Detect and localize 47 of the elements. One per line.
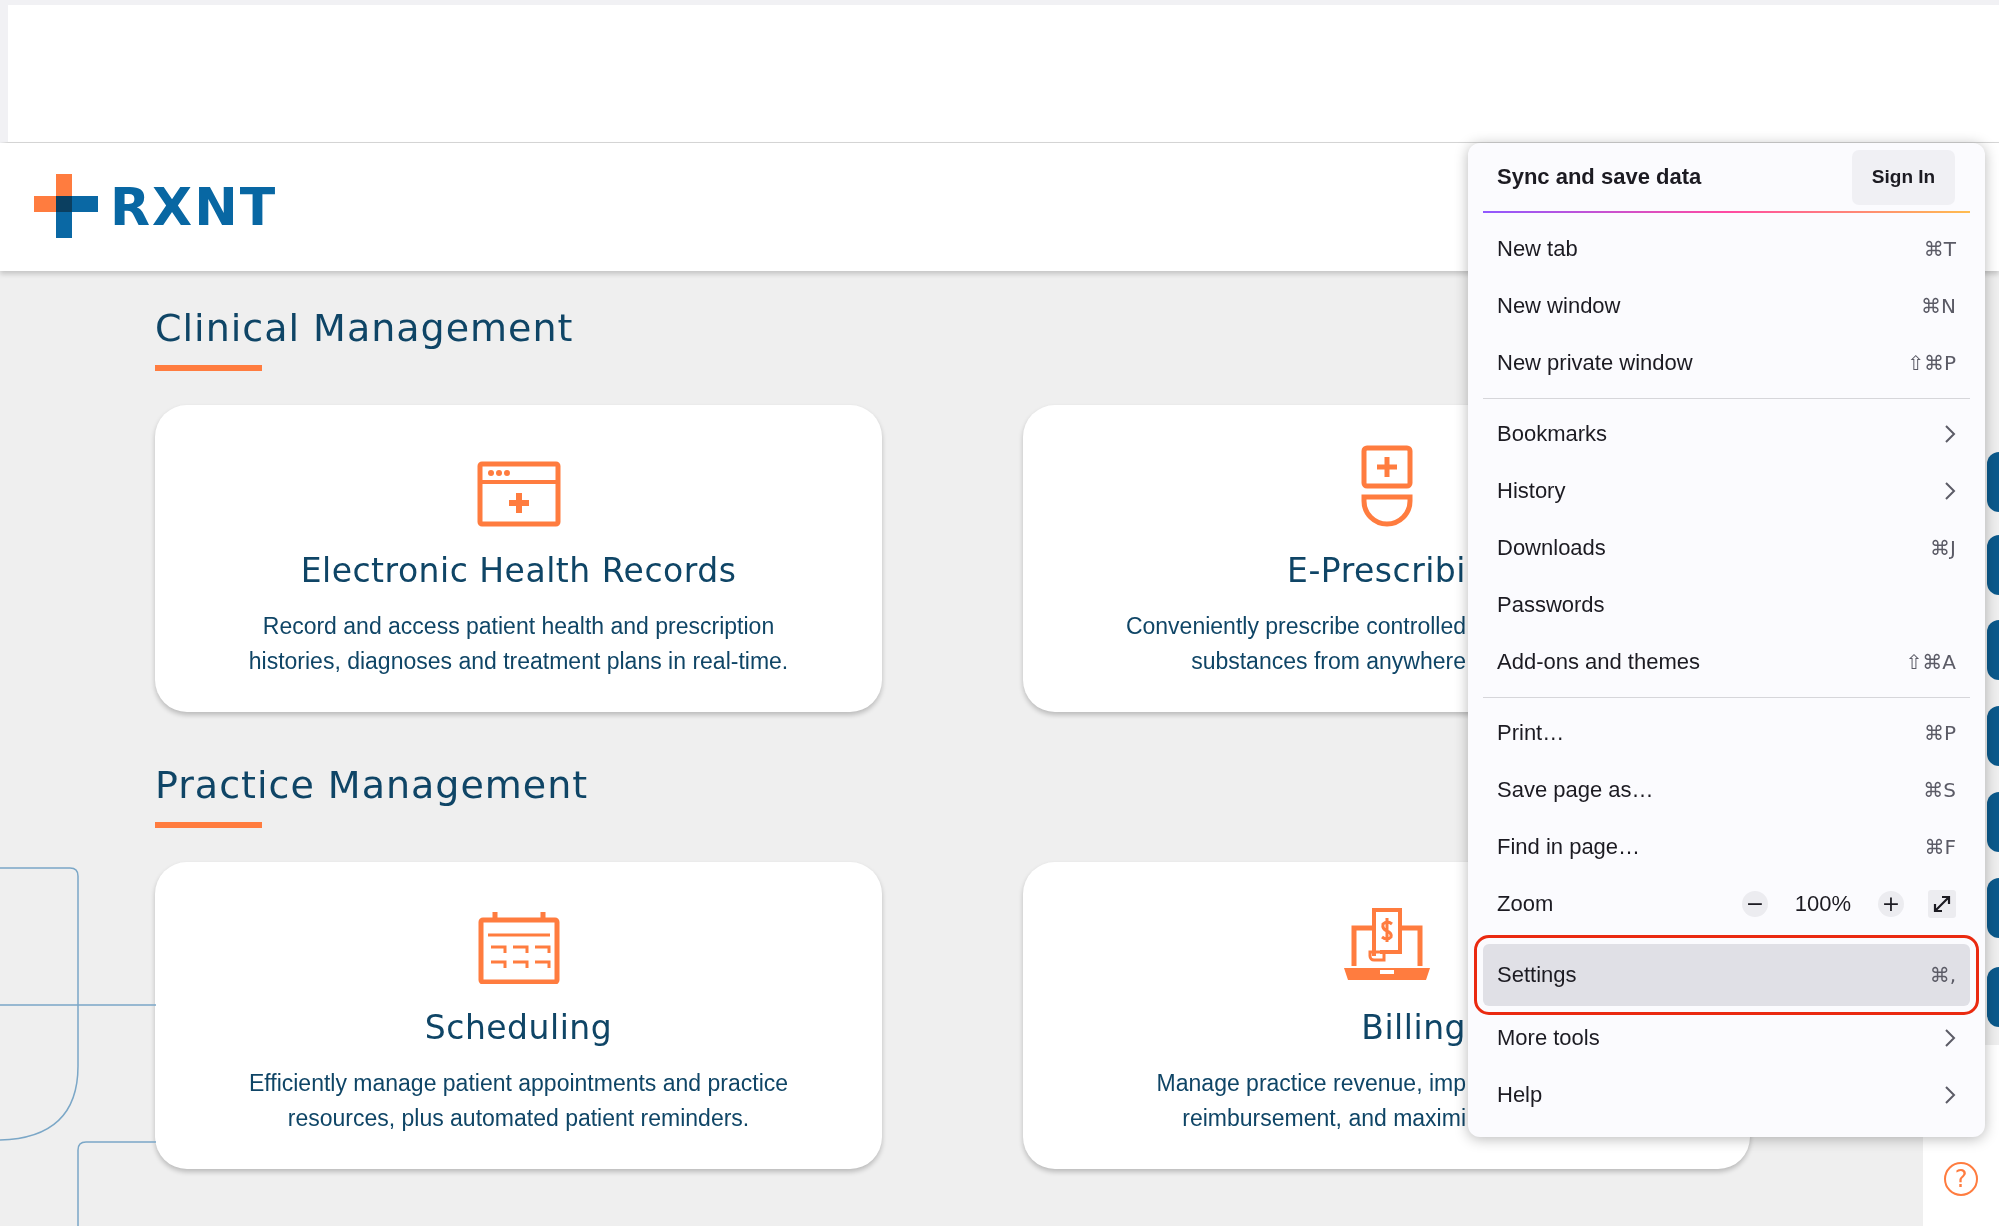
card-title: Billing <box>1361 1007 1466 1049</box>
shortcut-label: ⌘N <box>1921 293 1956 318</box>
zoom-out-button[interactable]: − <box>1742 890 1768 917</box>
chevron-icon <box>1944 423 1956 444</box>
shortcut-label: ⇧⌘P <box>1907 350 1956 375</box>
round-button[interactable] <box>1987 535 1999 595</box>
shortcut-label: ⌘P <box>1923 720 1956 745</box>
zoom-in-button[interactable]: + <box>1878 890 1904 917</box>
shortcut-label: ⌘T <box>1923 236 1956 261</box>
round-button[interactable] <box>1987 792 1999 852</box>
section-heading: Practice Management <box>155 762 589 809</box>
menu-item[interactable]: Save page as… ⌘S <box>1483 761 1970 818</box>
sign-in-button[interactable]: Sign In <box>1852 149 1955 205</box>
menu-item[interactable]: New private window ⇧⌘P <box>1483 334 1970 391</box>
shortcut-label: ⌘F <box>1924 834 1956 859</box>
fullscreen-icon[interactable] <box>1928 889 1956 918</box>
menu-item[interactable]: New tab ⌘T <box>1483 220 1970 277</box>
card-description: Efficiently manage patient appointments and practice resources, plus automated patient reminders. <box>248 1069 789 1133</box>
round-button[interactable] <box>1987 620 1999 680</box>
shortcut-label: ⌘S <box>1923 777 1956 802</box>
zoom-level: 100% <box>1793 890 1853 917</box>
card-title: Electronic Health Records <box>300 550 737 592</box>
shortcut-label: ⇧⌘A <box>1905 649 1956 674</box>
chevron-icon <box>1944 480 1956 501</box>
card-description: Record and access patient health and prescription histories, diagnoses and treatment plans in real-time. <box>248 612 789 676</box>
round-button[interactable] <box>1987 706 1999 766</box>
chevron-icon <box>1944 1027 1956 1048</box>
calendar-icon <box>477 910 560 984</box>
shortcut-label: ⌘, <box>1929 963 1956 987</box>
logo-text: RXNT <box>110 177 278 237</box>
medicine-bottle-icon <box>1360 445 1413 527</box>
card-title: Scheduling <box>424 1007 613 1049</box>
round-button[interactable] <box>1987 452 1999 512</box>
round-button[interactable] <box>1987 878 1999 938</box>
round-button[interactable] <box>1987 967 1999 1027</box>
chevron-icon <box>1944 1084 1956 1105</box>
zoom-label: Zoom <box>1497 890 1554 917</box>
shortcut-label: ⌘J <box>1930 535 1956 560</box>
product-card[interactable]: Scheduling Efficiently manage patient appointments and practice resources, plus automated patient reminders. <box>155 862 882 1169</box>
card-description: Manage practice revenue, imp reimbursement, and maximi <box>1156 1069 1466 1133</box>
card-title: E-Prescribi <box>1287 550 1466 592</box>
section-heading: Clinical Management <box>155 305 574 352</box>
menu-item[interactable]: New window ⌘N <box>1483 277 1970 334</box>
card-description: Conveniently prescribe controlled substances from anywhere <box>1125 612 1466 676</box>
product-card[interactable]: Electronic Health Records Record and access patient health and prescription histories, diagnoses and treatment plans in real-time. <box>155 405 882 712</box>
browser-window-icon <box>476 461 561 527</box>
menu-heading: Sync and save data <box>1497 164 1702 190</box>
